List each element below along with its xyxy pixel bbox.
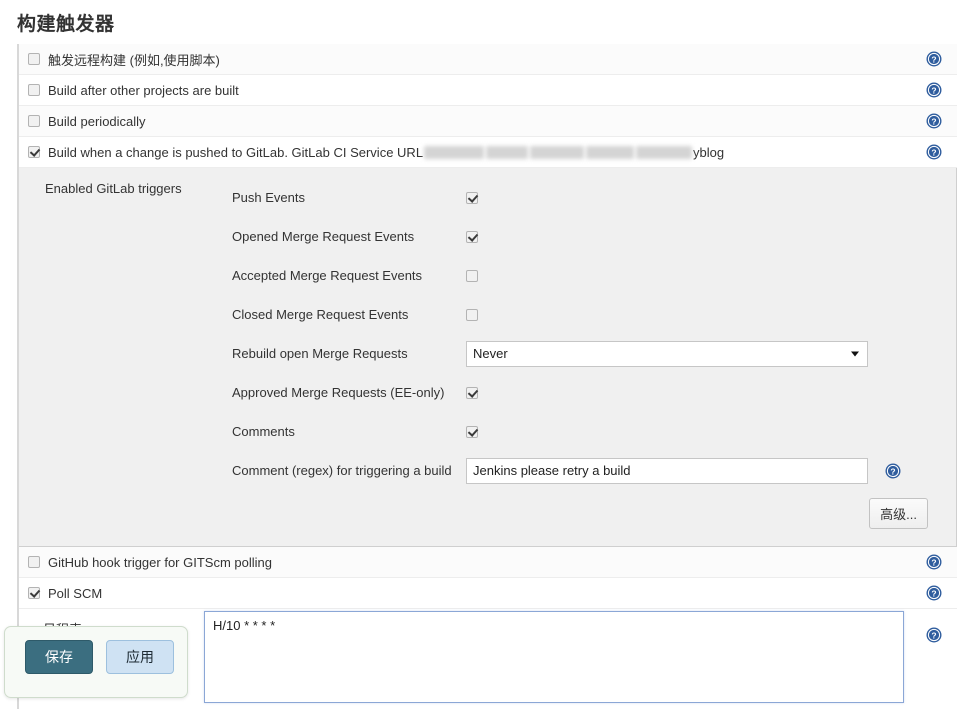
- label-accepted-merge-request-events: Accepted Merge Request Events: [232, 268, 422, 283]
- redacted-url-block: [530, 146, 584, 159]
- trigger-label-build-periodically: Build periodically: [48, 114, 146, 129]
- label-comments: Comments: [232, 424, 295, 439]
- label-approved-merge-requests: Approved Merge Requests (EE-only): [232, 385, 444, 400]
- checkbox-build-periodically[interactable]: [28, 115, 40, 127]
- advanced-button[interactable]: 高级...: [869, 498, 928, 529]
- gitlab-row-comment-regex[interactable]: Comment (regex) for triggering a build J…: [19, 451, 956, 490]
- svg-text:?: ?: [931, 117, 936, 127]
- redacted-url-block: [636, 146, 692, 159]
- label-push-events: Push Events: [232, 190, 305, 205]
- trigger-label-github-hook: GitHub hook trigger for GITScm polling: [48, 555, 272, 570]
- input-comment-regex[interactable]: Jenkins please retry a build: [466, 458, 868, 484]
- svg-text:?: ?: [931, 631, 936, 641]
- gitlab-url-suffix: yblog: [693, 145, 724, 160]
- trigger-label-gitlab-push: Build when a change is pushed to GitLab.…: [48, 145, 724, 160]
- gitlab-row-closed-mr-events[interactable]: Closed Merge Request Events: [19, 295, 956, 334]
- trigger-row-github-hook[interactable]: GitHub hook trigger for GITScm polling ?: [19, 547, 957, 578]
- trigger-row-remote-build[interactable]: 触发远程构建 (例如,使用脚本) ?: [19, 44, 957, 75]
- form-action-bar: 保存 应用: [4, 626, 188, 698]
- checkbox-github-hook[interactable]: [28, 556, 40, 568]
- save-button[interactable]: 保存: [25, 640, 93, 674]
- help-icon[interactable]: ?: [885, 463, 901, 479]
- gitlab-row-push-events[interactable]: Push Events: [19, 178, 956, 217]
- checkbox-build-after-other-projects[interactable]: [28, 84, 40, 96]
- help-icon[interactable]: ?: [926, 51, 942, 67]
- build-triggers-section: 触发远程构建 (例如,使用脚本) ? Build after other pro…: [17, 44, 957, 709]
- redacted-url-block: [424, 146, 484, 159]
- help-icon[interactable]: ?: [926, 627, 942, 643]
- label-rebuild-open-merge-requests: Rebuild open Merge Requests: [232, 346, 408, 361]
- checkbox-closed-merge-request-events[interactable]: [466, 309, 478, 321]
- trigger-label-build-after-other-projects: Build after other projects are built: [48, 83, 239, 98]
- gitlab-row-accepted-mr-events[interactable]: Accepted Merge Request Events: [19, 256, 956, 295]
- checkbox-push-events[interactable]: [466, 192, 478, 204]
- checkbox-opened-merge-request-events[interactable]: [466, 231, 478, 243]
- checkbox-accepted-merge-request-events[interactable]: [466, 270, 478, 282]
- checkbox-gitlab-push[interactable]: [28, 146, 40, 158]
- gitlab-row-approved-mr[interactable]: Approved Merge Requests (EE-only): [19, 373, 956, 412]
- page-title: 构建触发器: [0, 0, 972, 36]
- svg-text:?: ?: [931, 589, 936, 599]
- label-opened-merge-request-events: Opened Merge Request Events: [232, 229, 414, 244]
- svg-text:?: ?: [931, 86, 936, 96]
- gitlab-row-opened-mr-events[interactable]: Opened Merge Request Events: [19, 217, 956, 256]
- schedule-textarea[interactable]: H/10 * * * *: [204, 611, 904, 703]
- select-value-rebuild-open-merge-requests: Never: [473, 346, 508, 361]
- select-rebuild-open-merge-requests[interactable]: Never: [466, 341, 868, 367]
- input-value-comment-regex: Jenkins please retry a build: [473, 463, 631, 478]
- apply-button[interactable]: 应用: [106, 640, 174, 674]
- svg-text:?: ?: [890, 466, 895, 476]
- svg-text:?: ?: [931, 148, 936, 158]
- svg-text:?: ?: [931, 558, 936, 568]
- redacted-url-block: [586, 146, 634, 159]
- label-comment-regex: Comment (regex) for triggering a build: [232, 463, 452, 478]
- gitlab-row-comments[interactable]: Comments: [19, 412, 956, 451]
- help-icon[interactable]: ?: [926, 113, 942, 129]
- trigger-label-poll-scm: Poll SCM: [48, 586, 102, 601]
- checkbox-approved-merge-requests[interactable]: [466, 387, 478, 399]
- svg-text:?: ?: [931, 55, 936, 65]
- checkbox-comments[interactable]: [466, 426, 478, 438]
- gitlab-triggers-panel: Enabled GitLab triggers Push Events Open…: [19, 168, 957, 547]
- schedule-value: H/10 * * * *: [213, 618, 275, 633]
- label-closed-merge-request-events: Closed Merge Request Events: [232, 307, 408, 322]
- trigger-row-gitlab-push[interactable]: Build when a change is pushed to GitLab.…: [19, 137, 957, 168]
- gitlab-push-text: Build when a change is pushed to GitLab.…: [48, 145, 423, 160]
- trigger-label-remote-build: 触发远程构建 (例如,使用脚本): [48, 50, 220, 69]
- checkbox-poll-scm[interactable]: [28, 587, 40, 599]
- advanced-button-row: 高级...: [19, 490, 956, 532]
- chevron-down-icon: [851, 351, 859, 356]
- trigger-row-poll-scm[interactable]: Poll SCM ?: [19, 578, 957, 609]
- help-icon[interactable]: ?: [926, 82, 942, 98]
- checkbox-remote-build[interactable]: [28, 53, 40, 65]
- help-icon[interactable]: ?: [926, 144, 942, 160]
- trigger-row-build-after-other-projects[interactable]: Build after other projects are built ?: [19, 75, 957, 106]
- trigger-row-build-periodically[interactable]: Build periodically ?: [19, 106, 957, 137]
- gitlab-row-rebuild-open-mr[interactable]: Rebuild open Merge Requests Never: [19, 334, 956, 373]
- help-icon[interactable]: ?: [926, 585, 942, 601]
- redacted-url-block: [486, 146, 528, 159]
- help-icon[interactable]: ?: [926, 554, 942, 570]
